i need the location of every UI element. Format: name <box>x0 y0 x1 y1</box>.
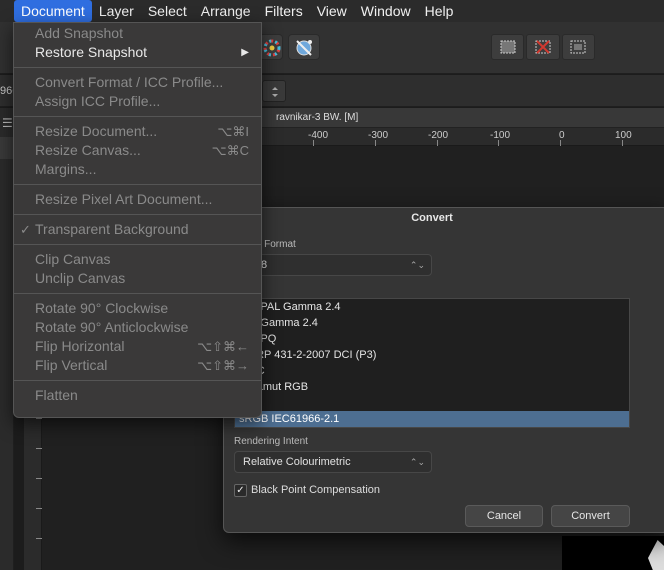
menu-item-resize-canvas[interactable]: Resize Canvas... ⌥⌘C <box>14 141 261 160</box>
satellite-icon[interactable] <box>288 34 320 60</box>
menu-separator <box>14 67 261 68</box>
rendering-intent-value: Relative Colourimetric <box>243 456 351 468</box>
menubar: Document Layer Select Arrange Filters Vi… <box>0 0 664 22</box>
ruler-label: 100 <box>615 130 632 141</box>
menu-item-label: Flatten <box>35 387 78 403</box>
hamburger-icon[interactable]: ☰ <box>2 116 13 130</box>
submenu-arrow-icon: ▶ <box>241 47 249 58</box>
menu-item-label: Add Snapshot <box>35 25 123 41</box>
menu-item-rotate-90-anticlockwise[interactable]: Rotate 90° Anticlockwise <box>14 318 261 337</box>
menu-help[interactable]: Help <box>418 0 461 22</box>
checkmark-icon: ✓ <box>236 485 245 496</box>
menu-item-label: Assign ICC Profile... <box>35 93 161 109</box>
menu-select[interactable]: Select <box>141 0 194 22</box>
menu-separator <box>14 184 261 185</box>
profile-list-item[interactable]: TE-C <box>235 363 629 379</box>
menu-item-clip-canvas[interactable]: Clip Canvas <box>14 250 261 269</box>
menu-item-unclip-canvas[interactable]: Unclip Canvas <box>14 269 261 288</box>
select-arrows-icon: ⌃⌄ <box>409 457 425 467</box>
menu-item-resize-pixel-art-document[interactable]: Resize Pixel Art Document... <box>14 190 261 209</box>
menu-item-shortcut: ⌥⇧⌘→ <box>197 358 249 373</box>
profile-list-item[interactable]: sRGB IEC61966-2.1 <box>235 411 629 427</box>
menu-layer[interactable]: Layer <box>92 0 141 22</box>
cancel-button[interactable]: Cancel <box>465 505 543 527</box>
menu-item-label: Flip Vertical <box>35 357 108 373</box>
menu-item-rotate-90-clockwise[interactable]: Rotate 90° Clockwise <box>14 299 261 318</box>
ruler-label: -400 <box>308 130 329 141</box>
menu-item-add-snapshot[interactable]: Add Snapshot <box>14 24 261 43</box>
black-point-compensation-label: Black Point Compensation <box>251 484 381 496</box>
convert-button[interactable]: Convert <box>551 505 630 527</box>
menu-item-label: Flip Horizontal <box>35 338 125 354</box>
deselect-icon[interactable] <box>526 34 560 60</box>
tools-panel <box>0 108 14 570</box>
profile-list-item[interactable]: e P3 <box>235 395 629 411</box>
menu-item-shortcut: ⌥⇧⌘← <box>197 339 249 354</box>
format-select[interactable]: 8 ⌃⌄ <box>234 254 432 276</box>
context-field[interactable]: 966 <box>0 81 14 101</box>
menu-item-assign-icc-profile[interactable]: Assign ICC Profile... <box>14 92 261 111</box>
menu-item-label: Rotate 90° Anticlockwise <box>35 319 189 335</box>
menu-separator <box>14 244 261 245</box>
invert-selection-icon[interactable] <box>561 34 595 60</box>
profile-list-item[interactable]: TE RP 431-2-2007 DCI (P3) <box>235 347 629 363</box>
document-title: ravnikar-3 BW. [M] <box>276 112 359 123</box>
menu-separator <box>14 116 261 117</box>
format-label: r Format <box>258 239 296 250</box>
menu-item-label: Resize Pixel Art Document... <box>35 191 213 207</box>
menu-item-label: Clip Canvas <box>35 251 111 267</box>
tool-highlight[interactable] <box>0 137 14 159</box>
profile-list-item[interactable]: 601 PAL Gamma 2.4 <box>235 299 629 315</box>
menu-item-label: Restore Snapshot <box>35 44 148 60</box>
ruler-label: -300 <box>368 130 389 141</box>
icc-profile-list[interactable]: 601 PAL Gamma 2.4709 Gamma 2.4709 PQTE R… <box>234 298 630 428</box>
menu-view[interactable]: View <box>310 0 354 22</box>
image-content <box>562 536 664 570</box>
rendering-intent-label: Rendering Intent <box>234 436 308 447</box>
menu-item-resize-document[interactable]: Resize Document... ⌥⌘I <box>14 122 261 141</box>
menu-item-shortcut: ⌥⌘I <box>217 124 249 139</box>
context-dropdown[interactable] <box>262 80 286 102</box>
menu-item-label: Convert Format / ICC Profile... <box>35 74 224 90</box>
checkmark-icon: ✓ <box>20 222 31 237</box>
colour-wheel-icon[interactable] <box>259 34 283 60</box>
selection-mode-group <box>491 34 597 60</box>
menu-item-label: Resize Canvas... <box>35 142 141 158</box>
menu-arrange[interactable]: Arrange <box>194 0 258 22</box>
profile-list-item[interactable]: 709 PQ <box>235 331 629 347</box>
menu-item-transparent-background[interactable]: ✓ Transparent Background <box>14 220 261 239</box>
profile-list-item[interactable]: 709 Gamma 2.4 <box>235 315 629 331</box>
select-arrows-icon: ⌃⌄ <box>409 260 425 270</box>
menu-item-restore-snapshot[interactable]: Restore Snapshot ▶ <box>14 43 261 62</box>
menu-filters[interactable]: Filters <box>258 0 310 22</box>
menu-item-flip-vertical[interactable]: Flip Vertical ⌥⇧⌘→ <box>14 356 261 375</box>
menu-item-label: Resize Document... <box>35 123 158 139</box>
menu-document[interactable]: Document <box>14 0 92 22</box>
menu-item-label: Rotate 90° Clockwise <box>35 300 169 316</box>
ruler-label: -200 <box>428 130 449 141</box>
dialog-title: Convert <box>411 212 453 224</box>
document-menu: Add Snapshot Restore Snapshot ▶ Convert For… <box>13 22 262 418</box>
menu-item-label: Unclip Canvas <box>35 270 126 286</box>
menu-item-flip-horizontal[interactable]: Flip Horizontal ⌥⇧⌘← <box>14 337 261 356</box>
menu-item-flatten[interactable]: Flatten <box>14 386 261 405</box>
menu-separator <box>14 380 261 381</box>
convert-dialog: Convert r Format 8 ⌃⌄ 601 PAL Gamma 2.4 7… <box>223 207 664 533</box>
rendering-intent-select[interactable]: Relative Colourimetric ⌃⌄ <box>234 451 432 473</box>
menu-item-label: Transparent Background <box>35 221 189 237</box>
menu-item-convert-format-icc-profile[interactable]: Convert Format / ICC Profile... <box>14 73 261 92</box>
menu-separator <box>14 293 261 294</box>
menu-item-shortcut: ⌥⌘C <box>211 143 249 158</box>
ruler-label: -100 <box>490 130 511 141</box>
profile-list-item[interactable]: e Gamut RGB <box>235 379 629 395</box>
menu-window[interactable]: Window <box>354 0 418 22</box>
select-all-icon[interactable] <box>491 34 525 60</box>
menu-photo[interactable] <box>0 0 14 22</box>
menu-separator <box>14 214 261 215</box>
menu-item-margins[interactable]: Margins... <box>14 160 261 179</box>
black-point-compensation-checkbox[interactable]: ✓ <box>234 484 247 497</box>
menu-item-label: Margins... <box>35 161 97 177</box>
